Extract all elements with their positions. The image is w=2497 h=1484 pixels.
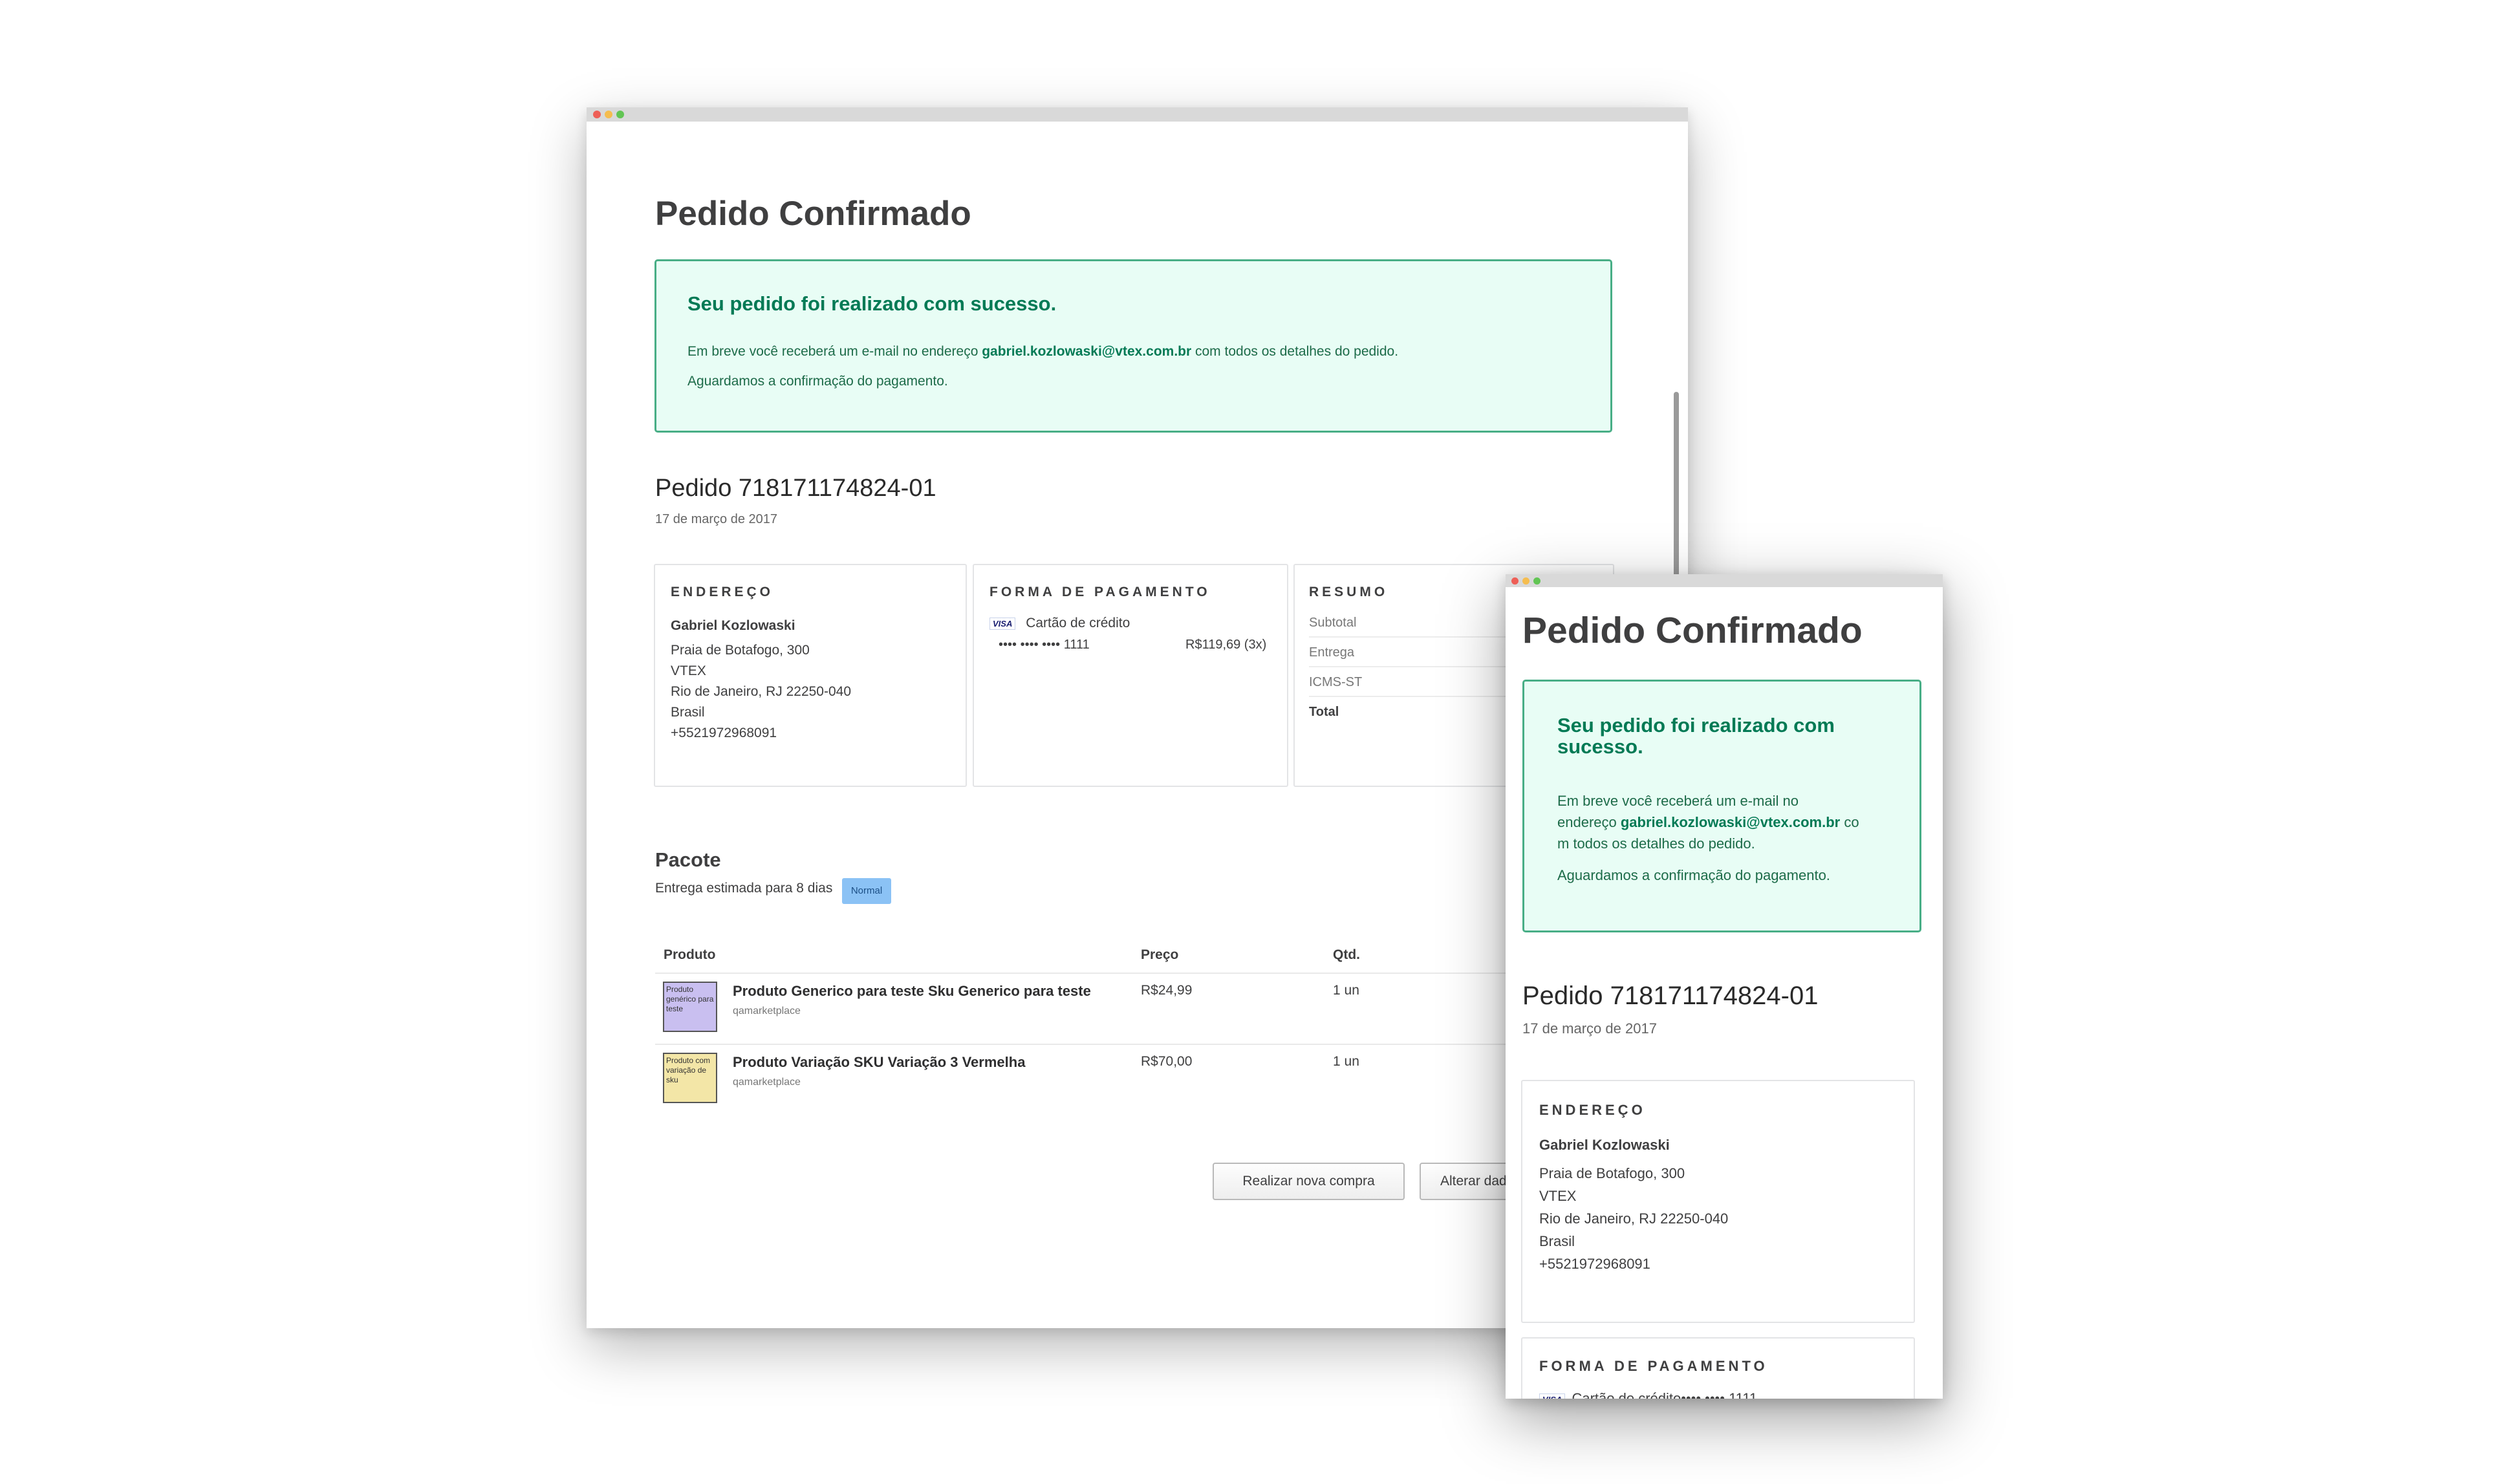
- payment-label: FORMA DE PAGAMENTO: [989, 585, 1211, 599]
- payment-method: Cartão de crédito•••• •••• 1111: [1572, 1390, 1758, 1399]
- page-title: Pedido Confirmado: [1522, 610, 1863, 651]
- product-name[interactable]: Produto Variação SKU Variação 3 Vermelha: [733, 1054, 1025, 1071]
- payment-card: FORMA DE PAGAMENTO VISA Cartão de crédit…: [1521, 1337, 1915, 1399]
- alert-payment-line: Aguardamos a confirmação do pagamento.: [1557, 867, 1830, 883]
- divider: [655, 1044, 1612, 1045]
- order-date: 17 de março de 2017: [1522, 1020, 1657, 1037]
- column-header-qty: Qtd.: [1333, 947, 1360, 962]
- page-title: Pedido Confirmado: [655, 195, 971, 233]
- payment-method: Cartão de crédito: [1026, 616, 1130, 630]
- product-qty: 1 un: [1333, 1054, 1359, 1069]
- product-image[interactable]: Produto com variação de sku: [663, 1053, 717, 1103]
- address-city: Rio de Janeiro, RJ 22250-040: [671, 684, 852, 699]
- new-purchase-button[interactable]: Realizar nova compra: [1213, 1163, 1405, 1200]
- maximize-window-icon[interactable]: [1533, 577, 1540, 585]
- address-card: ENDEREÇO Gabriel Kozlowaski Praia de Bot…: [1521, 1080, 1915, 1323]
- address-country: Brasil: [1539, 1233, 1575, 1249]
- alert-email-line: Em breve você receberá um e-mail no ende…: [687, 344, 1398, 360]
- close-window-icon[interactable]: [593, 111, 601, 118]
- address-street: Praia de Botafogo, 300: [671, 643, 810, 658]
- alert-text: co: [1840, 814, 1859, 830]
- scrollbar-thumb[interactable]: [1674, 392, 1679, 579]
- product-price: R$24,99: [1141, 983, 1193, 998]
- maximize-window-icon[interactable]: [616, 111, 624, 118]
- payment-amount: R$119,69 (3x): [1185, 638, 1267, 652]
- address-country: Brasil: [671, 705, 705, 720]
- address-card: ENDEREÇO Gabriel Kozlowaski Praia de Bot…: [654, 564, 967, 787]
- alert-text: m todos os detalhes do pedido.: [1557, 835, 1755, 852]
- close-window-icon[interactable]: [1511, 577, 1519, 585]
- payment-method-row: VISA Cartão de crédito•••• •••• 1111: [1539, 1390, 1757, 1399]
- minimize-window-icon[interactable]: [605, 111, 612, 118]
- alert-email: gabriel.kozlowaski@vtex.com.br: [1620, 814, 1841, 830]
- package-delivery: Entrega estimada para 8 dias: [655, 881, 833, 896]
- product-qty: 1 un: [1333, 983, 1359, 998]
- address-phone: +5521972968091: [671, 726, 777, 740]
- address-street: Praia de Botafogo, 300: [1539, 1165, 1685, 1181]
- address-city: Rio de Janeiro, RJ 22250-040: [1539, 1210, 1729, 1227]
- product-image[interactable]: Produto genérico para teste: [663, 982, 717, 1032]
- address-phone: +5521972968091: [1539, 1256, 1650, 1272]
- alert-text: Em breve você receberá um e-mail no ende…: [687, 344, 982, 359]
- order-number: Pedido 718171174824-01: [655, 475, 936, 502]
- payment-card: FORMA DE PAGAMENTO VISA Cartão de crédit…: [973, 564, 1288, 787]
- summary-total: Total: [1309, 705, 1339, 719]
- visa-card-icon: VISA: [989, 617, 1016, 630]
- alert-title-line: sucesso.: [1557, 735, 1643, 758]
- address-label: ENDEREÇO: [1539, 1102, 1646, 1118]
- alert-text: endereço: [1557, 814, 1621, 830]
- minimize-window-icon[interactable]: [1522, 577, 1530, 585]
- order-date: 17 de março de 2017: [655, 512, 778, 526]
- product-seller: qamarketplace: [733, 1005, 801, 1016]
- window-titlebar: [587, 107, 1688, 122]
- product-name[interactable]: Produto Generico para teste Sku Generico…: [733, 983, 1091, 1000]
- mobile-window: Pedido Confirmado Seu pedido foi realiza…: [1506, 574, 1943, 1399]
- payment-label: FORMA DE PAGAMENTO: [1539, 1358, 1768, 1374]
- summary-icms: ICMS-ST: [1309, 675, 1363, 689]
- summary-subtotal: Subtotal: [1309, 616, 1357, 630]
- address-name: Gabriel Kozlowaski: [1539, 1137, 1670, 1153]
- window-titlebar: [1506, 574, 1943, 587]
- success-alert: Seu pedido foi realizado com sucesso. Em…: [654, 259, 1612, 433]
- payment-method-row: VISA Cartão de crédito: [989, 616, 1130, 631]
- success-alert: Seu pedido foi realizado com sucesso. Em…: [1522, 680, 1921, 932]
- alert-title: Seu pedido foi realizado com sucesso.: [687, 292, 1057, 315]
- alert-text: Em breve você receberá um e-mail no: [1557, 793, 1799, 809]
- column-header-product: Produto: [664, 947, 716, 962]
- shipping-type-badge: Normal: [842, 878, 891, 904]
- summary-label: RESUMO: [1309, 585, 1389, 599]
- product-seller: qamarketplace: [733, 1077, 801, 1088]
- alert-email-line: endereço gabriel.kozlowaski@vtex.com.br …: [1557, 814, 1859, 831]
- address-name: Gabriel Kozlowaski: [671, 618, 795, 633]
- alert-text: com todos os detalhes do pedido.: [1191, 344, 1399, 359]
- alert-title: Seu pedido foi realizado com sucesso.: [1557, 715, 1835, 757]
- alert-payment-line: Aguardamos a confirmação do pagamento.: [687, 374, 948, 389]
- order-number: Pedido 718171174824-01: [1522, 982, 1819, 1010]
- alert-title-line: Seu pedido foi realizado com: [1557, 714, 1835, 737]
- address-complement: VTEX: [1539, 1188, 1577, 1204]
- divider: [655, 973, 1612, 974]
- address-complement: VTEX: [671, 663, 706, 678]
- card-number: •••• •••• •••• 1111: [999, 638, 1090, 652]
- package-title: Pacote: [655, 848, 721, 871]
- summary-shipping: Entrega: [1309, 645, 1355, 660]
- column-header-price: Preço: [1141, 947, 1179, 962]
- product-price: R$70,00: [1141, 1054, 1193, 1069]
- address-label: ENDEREÇO: [671, 585, 774, 599]
- alert-email: gabriel.kozlowaski@vtex.com.br: [982, 344, 1192, 359]
- visa-card-icon: VISA: [1539, 1393, 1566, 1399]
